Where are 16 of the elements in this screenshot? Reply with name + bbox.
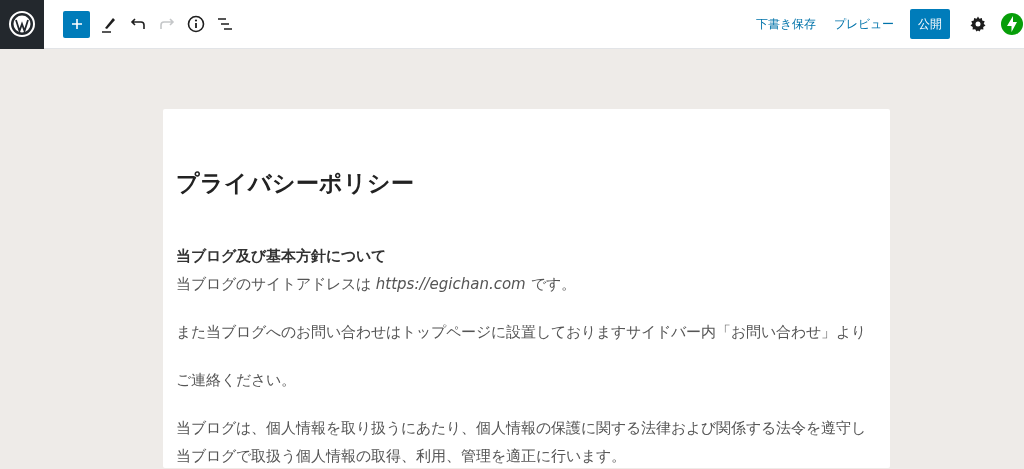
plus-icon [70, 18, 83, 30]
lightning-icon[interactable] [1001, 13, 1023, 35]
wordpress-logo[interactable] [0, 0, 44, 49]
post-title[interactable]: プライバシーポリシー [176, 167, 877, 199]
paragraph-line: 当ブログで取扱う個人情報の取得、利用、管理を適正に行います。 [176, 446, 626, 467]
paragraph-line: 当ブログは、個人情報を取り扱うにあたり、個人情報の保護に関する法律および関係する法令を遵守し [176, 418, 866, 439]
publish-button[interactable]: 公開 [910, 9, 950, 39]
paragraph-line: また当ブログへのお問い合わせはトップページに設置しておりますサイドバー内「お問い合わせ」より [176, 322, 866, 343]
add-block-button[interactable] [63, 10, 90, 38]
paragraph-line: 当ブログのサイトアドレスは https://egichan.com です。 [176, 274, 576, 295]
paragraph-line: ご連絡ください。 [176, 370, 296, 391]
settings-icon[interactable] [970, 16, 986, 32]
preview-link[interactable]: プレビュー [834, 15, 894, 33]
save-draft-link[interactable]: 下書き保存 [756, 15, 816, 33]
section-heading: 当ブログ及び基本方針について [176, 246, 386, 267]
info-icon[interactable] [186, 14, 206, 34]
